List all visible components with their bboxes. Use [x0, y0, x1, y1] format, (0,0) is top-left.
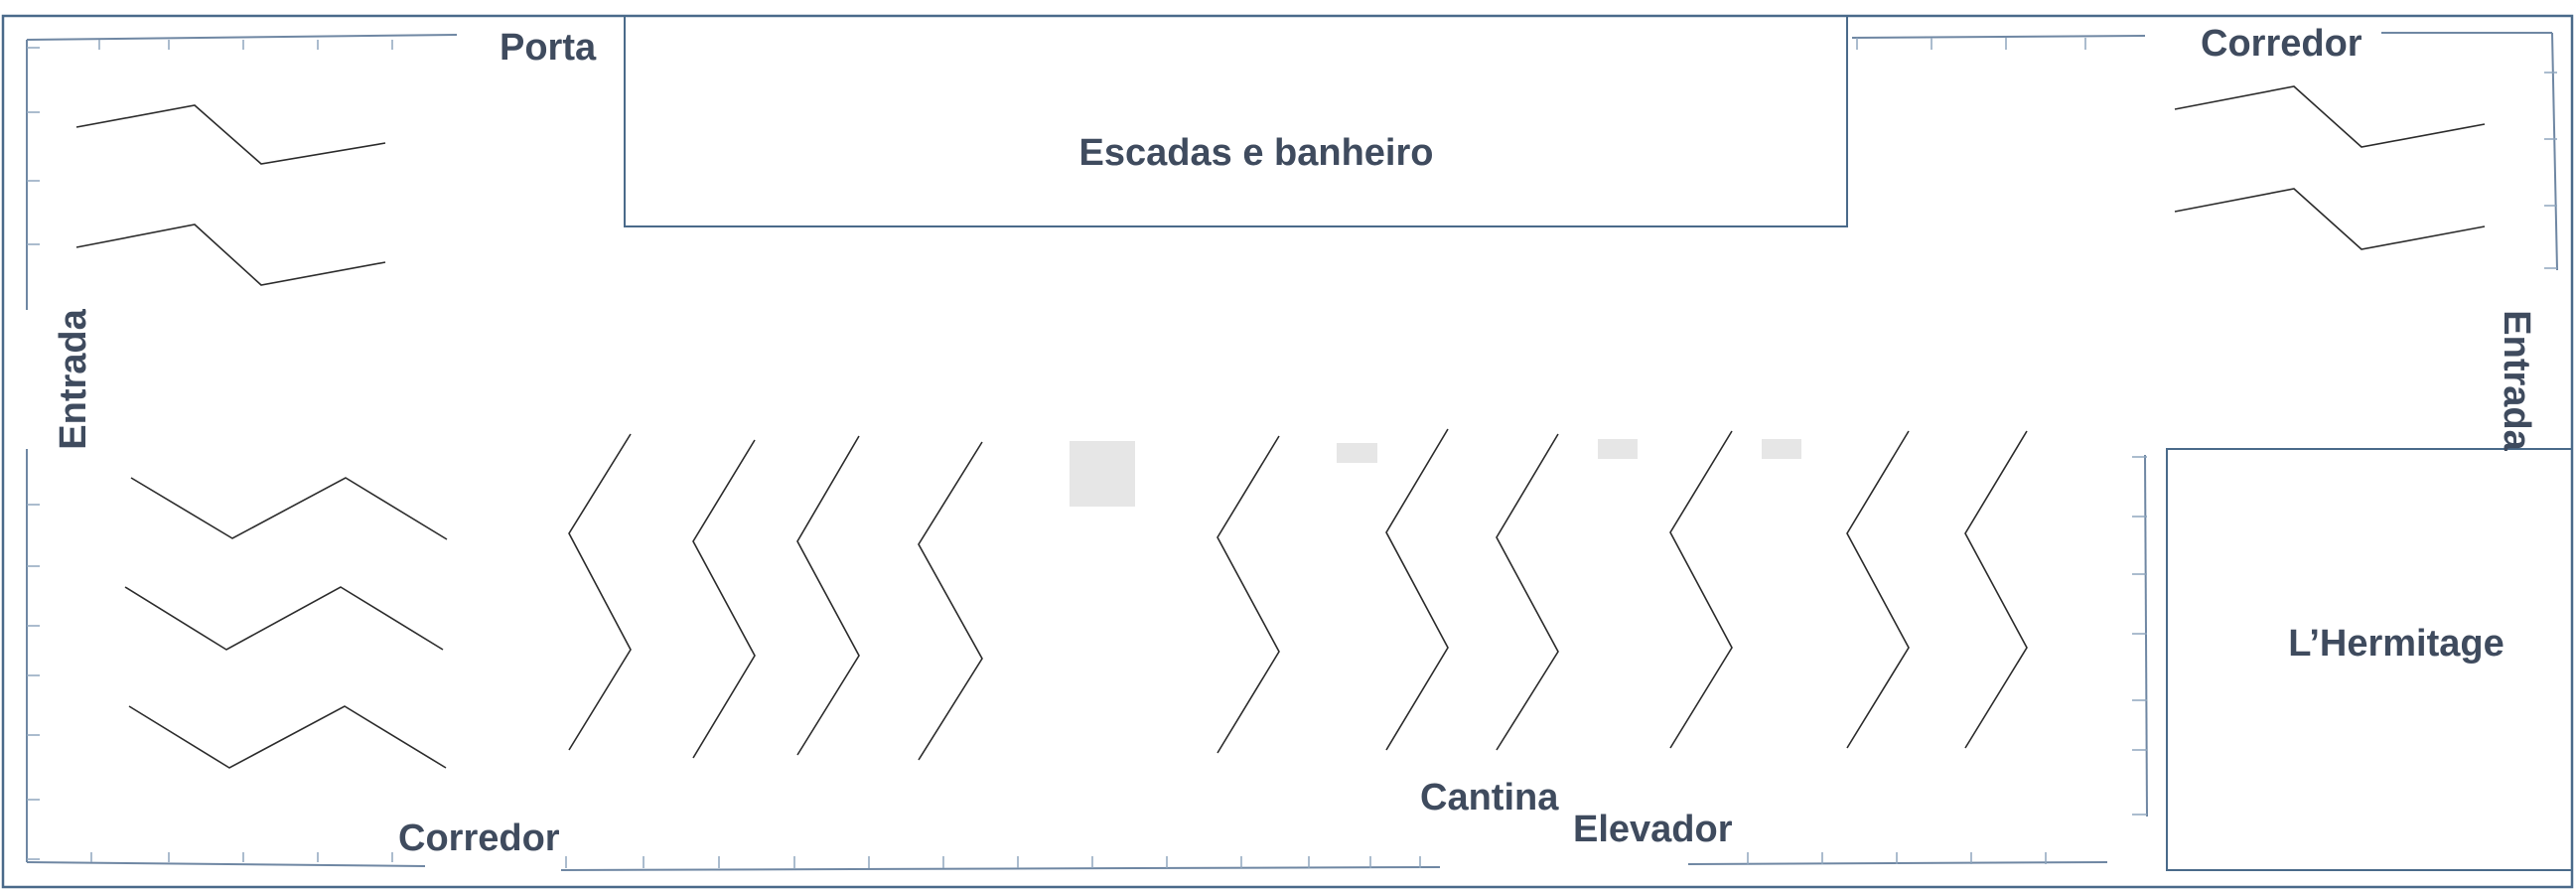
corredor-bottom-label: Corredor	[398, 817, 560, 859]
bottom-right-wall	[1687, 454, 2148, 865]
seat-column-1	[568, 433, 632, 751]
gray-block-small-1	[1337, 443, 1377, 463]
bottom-center-wall	[560, 856, 1441, 871]
escadas-label: Escadas e banheiro	[1079, 132, 1434, 174]
seat-column-9	[1846, 430, 1910, 749]
seat-row-top-left-1	[75, 104, 386, 165]
gray-block-small-2	[1598, 439, 1638, 459]
seat-column-7	[1496, 433, 1559, 751]
seat-row-bottom-left-2	[124, 586, 444, 651]
seat-column-5	[1216, 435, 1280, 754]
gray-block-large	[1070, 441, 1135, 507]
seat-row-bottom-left-1	[130, 477, 448, 540]
elevador-label: Elevador	[1573, 809, 1733, 850]
seat-column-8	[1669, 430, 1733, 749]
seat-column-10	[1964, 430, 2028, 749]
porta-label: Porta	[500, 27, 597, 69]
seat-row-top-left-2	[75, 223, 386, 286]
seat-row-top-right-1	[2174, 85, 2486, 148]
seat-row-bottom-left-3	[128, 705, 447, 769]
cantina-label: Cantina	[1420, 777, 1559, 818]
bottom-left-wall	[26, 449, 426, 867]
hermitage-label: L’Hermitage	[2288, 623, 2504, 665]
floor-plan: Porta Escadas e banheiro Corredor Entrad…	[1, 14, 2574, 889]
entrada-right-label: Entrada	[2496, 310, 2537, 451]
seat-column-6	[1385, 428, 1449, 751]
seat-column-3	[796, 435, 860, 756]
gray-block-small-3	[1762, 439, 1801, 459]
seat-column-4	[918, 441, 983, 761]
corredor-top-label: Corredor	[2201, 23, 2362, 65]
seat-column-2	[692, 439, 756, 759]
entrada-left-label: Entrada	[53, 308, 94, 449]
top-right-wall	[1851, 32, 2558, 271]
seat-row-top-right-2	[2174, 188, 2486, 250]
top-left-wall	[26, 34, 458, 310]
stairs-bathroom-box	[624, 15, 1848, 227]
